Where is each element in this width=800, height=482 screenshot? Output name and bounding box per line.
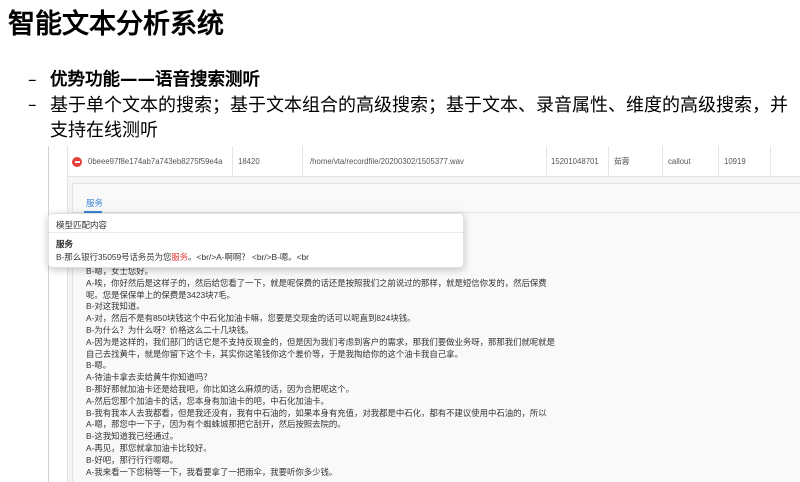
row-cell-call-type: callout	[668, 157, 691, 166]
transcript-line: A-嗯，那您中一下子，因为有个蜘蛛城那把它刮开，然后按照去院的。	[86, 419, 346, 430]
bullet-heading: 优势功能——语音搜索测听	[50, 70, 260, 90]
row-cell-phone: 15201048701	[551, 157, 599, 166]
record-table-row[interactable]: 0beee97f8e174ab7a743eb8275f59e4a 18420 /…	[67, 146, 800, 177]
transcript-line: 呢。您是保保单上的保费是3423块7毛。	[86, 289, 235, 300]
snippet-text-before: B-那么银行35059号话务员为您	[56, 252, 172, 262]
column-divider	[546, 146, 547, 176]
transcript-line: A-我来看一下您稍等一下，我看要拿了一把雨伞，我要听你多少钱。	[86, 466, 338, 477]
popup-divider	[49, 232, 463, 233]
slide-title: 智能文本分析系统	[8, 9, 224, 40]
transcript-line: B-对这我知道。	[86, 301, 145, 312]
tab-service[interactable]: 服务	[86, 197, 103, 209]
popup-snippet: B-那么银行35059号话务员为您服务。<br/>A-啊啊？ <br/>B-嗯。…	[56, 251, 309, 263]
transcript-line: A-再见，那您就拿加油卡比较好。	[86, 442, 212, 453]
row-cell-file-path: /home/vta/recordfile/20200302/1505377.wa…	[310, 157, 464, 166]
transcript-line: B-好吧，那行行行嗯嗯。	[86, 454, 179, 465]
row-cell-record-id: 0beee97f8e174ab7a743eb8275f59e4a	[88, 157, 223, 166]
bullet-marker: –	[28, 70, 37, 90]
embedded-app-screenshot: 0beee97f8e174ab7a743eb8275f59e4a 18420 /…	[48, 146, 800, 482]
row-cell-number: 18420	[238, 157, 260, 166]
popup-header: 模型匹配内容	[56, 220, 108, 230]
bullet-description: 基于单个文本的搜索；基于文本组合的高级搜索；基于文本、录音属性、维度的高级搜索，…	[50, 95, 788, 141]
popup-keyword: 服务	[56, 239, 74, 249]
snippet-text-after: 。<br/>A-啊啊？ <br/>B-嗯。<br	[188, 252, 309, 262]
column-divider	[718, 146, 719, 176]
row-cell-count: 10919	[724, 157, 746, 166]
transcript-line: B-我有我本人去我都看，但是我还没有，我有中石油的，如果本身有充值，对我都是中石…	[86, 407, 547, 418]
column-divider	[232, 146, 233, 176]
transcript-line: A-因为是这样的，我们部门的话它是不支持反现金的，但是因为我们考虑到客户的需求，…	[86, 336, 555, 347]
column-divider	[662, 146, 663, 176]
transcript-line: A-待油卡拿去卖给黄牛你知道吗？	[86, 372, 212, 383]
column-divider	[608, 146, 609, 176]
transcript-line: A-唉，你好然后是这样子的，然后给您看了一下，就是呢保费的话还是按照我们之前说过…	[86, 277, 547, 288]
column-divider	[302, 146, 303, 176]
row-cell-agent-name: 茹蓉	[614, 157, 630, 166]
snippet-highlight: 服务	[171, 252, 189, 262]
transcript-line: B-这我知道我已经通过。	[86, 431, 179, 442]
slide: 智能文本分析系统 – 优势功能——语音搜索测听 – 基于单个文本的搜索；基于文本…	[0, 0, 800, 482]
minus-circle-icon[interactable]	[72, 157, 82, 167]
column-divider	[770, 146, 771, 176]
transcript-text: B-嗯，女士您好。 A-唉，你好然后是这样子的，然后给您看了一下，就是呢保费的话…	[86, 266, 555, 478]
transcript-line: A-对，然后不是有850块钱这个中石化加油卡嘛，您要是交现金的话可以呢直到824…	[86, 313, 416, 324]
transcript-line: B-为什么？为什么呀？价格这么二十几块钱。	[86, 324, 254, 335]
transcript-line: 自己去找黄牛，就是你留下这个卡，其实你这笔钱你这个差价等，于是我掏给你的这个油卡…	[86, 348, 463, 359]
bullet-marker: –	[28, 95, 37, 115]
transcript-line: B-嗯。	[86, 360, 112, 371]
match-content-popup: 模型匹配内容 服务 B-那么银行35059号话务员为您服务。<br/>A-啊啊？…	[48, 213, 464, 268]
transcript-line: A-然后您那个加油卡的话，您本身有加油卡的吧，中石化加油卡。	[86, 395, 329, 406]
transcript-line: B-那好那就加油卡还是给我吧，你比如这么麻烦的话，因为合肥呢这个。	[86, 383, 354, 394]
